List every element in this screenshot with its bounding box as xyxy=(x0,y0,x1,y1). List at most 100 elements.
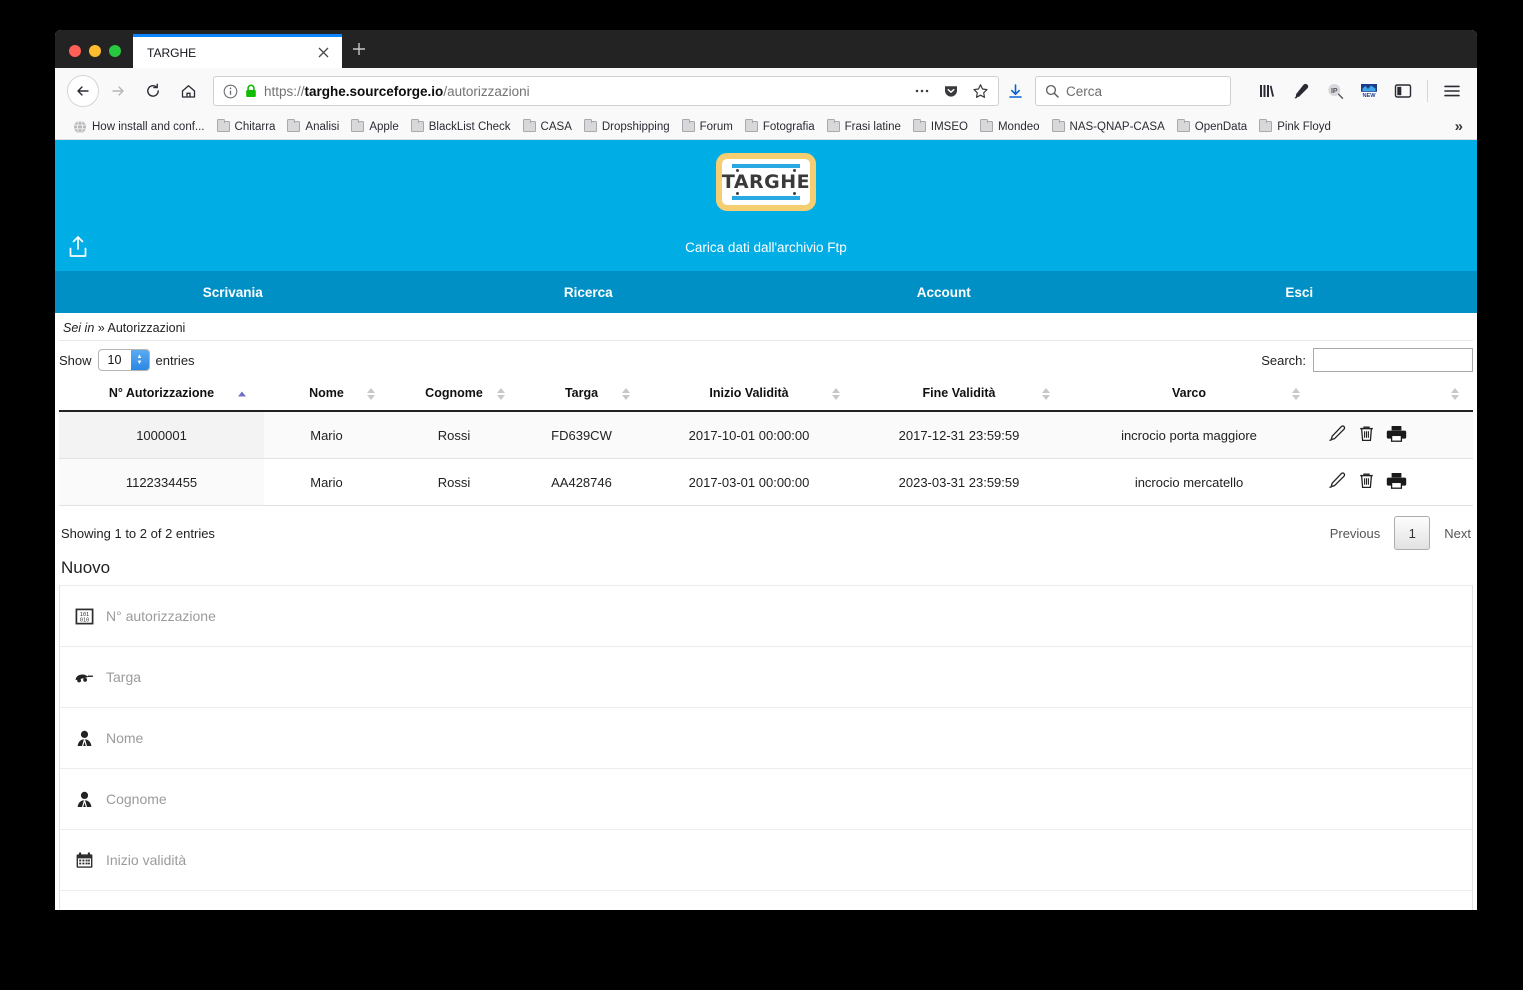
field-numero-autorizzazione[interactable]: 101010 N° autorizzazione xyxy=(59,585,1473,647)
bookmark-item[interactable]: How install and conf... xyxy=(67,118,211,136)
bookmark-label: Mondeo xyxy=(998,121,1040,133)
print-icon[interactable] xyxy=(1386,424,1407,446)
targhe-logo: TARGHE xyxy=(716,153,816,211)
search-label: Search: xyxy=(1261,353,1306,368)
delete-icon[interactable] xyxy=(1357,424,1376,446)
table-header-row: N° Autorizzazione Nome Cognome Targ xyxy=(59,378,1473,411)
bookmark-item[interactable]: Dropshipping xyxy=(578,119,676,135)
new-tab-button[interactable] xyxy=(342,32,376,66)
window-controls xyxy=(55,45,133,68)
edit-icon[interactable] xyxy=(1328,424,1347,446)
column-header-varco[interactable]: Varco xyxy=(1064,378,1314,411)
field-inizio-validita[interactable]: Inizio validità xyxy=(59,829,1473,891)
bookmarks-overflow-icon[interactable]: » xyxy=(1449,118,1469,135)
logo-text: TARGHE xyxy=(722,171,810,193)
cell-inizio: 2017-03-01 00:00:00 xyxy=(644,459,854,506)
bookmark-star-icon[interactable] xyxy=(969,80,991,102)
browser-tab[interactable]: TARGHE xyxy=(133,34,342,68)
minimize-window-button[interactable] xyxy=(89,45,101,57)
bookmark-item[interactable]: Chitarra xyxy=(211,119,282,135)
next-page-button[interactable]: Next xyxy=(1444,526,1471,541)
edit-icon[interactable] xyxy=(1328,471,1347,493)
print-icon[interactable] xyxy=(1386,471,1407,493)
svg-text:010: 010 xyxy=(79,617,88,623)
bookmark-item[interactable]: CASA xyxy=(517,119,578,135)
field-targa[interactable]: Targa xyxy=(59,646,1473,708)
field-placeholder: Targa xyxy=(106,669,141,685)
eyedropper-icon[interactable] xyxy=(1286,76,1316,106)
close-icon[interactable] xyxy=(314,44,332,62)
nav-item-esci[interactable]: Esci xyxy=(1122,271,1478,313)
bookmark-item[interactable]: Fotografia xyxy=(739,119,821,135)
sidebar-icon[interactable] xyxy=(1388,76,1418,106)
bookmark-item[interactable]: Frasi latine xyxy=(821,119,907,135)
bookmark-item[interactable]: Apple xyxy=(345,119,404,135)
ftp-upload-bar[interactable]: Carica dati dall'archivio Ftp xyxy=(55,223,1477,271)
column-header-actions[interactable] xyxy=(1314,378,1473,411)
bookmark-item[interactable]: Forum xyxy=(676,119,739,135)
field-cognome[interactable]: Cognome xyxy=(59,768,1473,830)
previous-page-button[interactable]: Previous xyxy=(1330,526,1381,541)
downloads-icon[interactable] xyxy=(1001,76,1029,106)
close-window-button[interactable] xyxy=(69,45,81,57)
reload-icon[interactable] xyxy=(137,75,169,107)
stepper-icon[interactable]: ▲ ▼ xyxy=(131,350,149,370)
cell-varco: incrocio mercatello xyxy=(1064,459,1314,506)
column-header-inizio-validita[interactable]: Inizio Validità xyxy=(644,378,854,411)
browser-search-bar[interactable]: Cerca xyxy=(1035,76,1231,106)
bookmark-label: IMSEO xyxy=(931,121,968,133)
pocket-icon[interactable] xyxy=(940,80,962,102)
nav-item-scrivania[interactable]: Scrivania xyxy=(55,271,411,313)
new-badge-icon[interactable]: NEW xyxy=(1354,76,1384,106)
page-actions-icon[interactable] xyxy=(911,80,933,102)
column-header-cognome[interactable]: Cognome xyxy=(389,378,519,411)
column-header-nome[interactable]: Nome xyxy=(264,378,389,411)
cell-targa: AA428746 xyxy=(519,459,644,506)
library-icon[interactable] xyxy=(1252,76,1282,106)
upload-icon[interactable] xyxy=(67,235,89,259)
table-row[interactable]: 1000001 Mario Rossi FD639CW 2017-10-01 0… xyxy=(59,411,1473,459)
column-header-fine-validita[interactable]: Fine Validità xyxy=(854,378,1064,411)
bookmark-item[interactable]: NAS-QNAP-CASA xyxy=(1046,119,1171,135)
bookmark-item[interactable]: Pink Floyd xyxy=(1253,119,1337,135)
page-length-select[interactable]: 10 ▲ ▼ xyxy=(98,349,150,371)
binary-digits-icon: 101010 xyxy=(74,606,94,626)
back-icon[interactable] xyxy=(67,75,99,107)
bookmark-item[interactable]: Analisi xyxy=(281,119,345,135)
page-info-icon[interactable] xyxy=(223,84,238,99)
nav-item-ricerca[interactable]: Ricerca xyxy=(411,271,767,313)
ip-lookup-icon[interactable]: IP xyxy=(1320,76,1350,106)
column-label: Fine Validità xyxy=(923,386,996,400)
search-icon xyxy=(1045,84,1059,98)
column-header-numero[interactable]: N° Autorizzazione xyxy=(59,378,264,411)
page-number-button[interactable]: 1 xyxy=(1394,516,1430,550)
lock-icon[interactable] xyxy=(245,84,257,98)
url-text: https://targhe.sourceforge.io/autorizzaz… xyxy=(264,84,904,99)
address-bar[interactable]: https://targhe.sourceforge.io/autorizzaz… xyxy=(213,76,999,106)
bookmark-item[interactable]: Mondeo xyxy=(974,119,1046,135)
table-header: N° Autorizzazione Nome Cognome Targ xyxy=(59,378,1473,411)
table-body: 1000001 Mario Rossi FD639CW 2017-10-01 0… xyxy=(59,411,1473,506)
cell-fine: 2017-12-31 23:59:59 xyxy=(854,411,1064,459)
search-input[interactable] xyxy=(1313,348,1473,372)
forward-icon[interactable] xyxy=(102,75,134,107)
entries-label: entries xyxy=(156,353,195,368)
entries-length-control: Show 10 ▲ ▼ entries xyxy=(59,349,195,371)
bookmark-item[interactable]: BlackList Check xyxy=(405,119,517,135)
home-icon[interactable] xyxy=(172,75,204,107)
bookmark-item[interactable]: OpenData xyxy=(1171,119,1253,135)
content-area: Show 10 ▲ ▼ entries Search: xyxy=(55,341,1477,910)
toolbar-divider xyxy=(1427,80,1428,102)
new-record-title: Nuovo xyxy=(59,554,1473,586)
urlbar-container: https://targhe.sourceforge.io/autorizzaz… xyxy=(207,76,1239,106)
column-header-targa[interactable]: Targa xyxy=(519,378,644,411)
field-nome[interactable]: Nome xyxy=(59,707,1473,769)
nav-item-account[interactable]: Account xyxy=(766,271,1122,313)
table-row[interactable]: 1122334455 Mario Rossi AA428746 2017-03-… xyxy=(59,459,1473,506)
delete-icon[interactable] xyxy=(1357,471,1376,493)
bookmarks-bar: How install and conf... Chitarra Analisi… xyxy=(55,114,1477,140)
field-fine-validita[interactable]: Fine validità xyxy=(59,890,1473,910)
maximize-window-button[interactable] xyxy=(109,45,121,57)
bookmark-item[interactable]: IMSEO xyxy=(907,119,974,135)
hamburger-menu-icon[interactable] xyxy=(1437,76,1467,106)
